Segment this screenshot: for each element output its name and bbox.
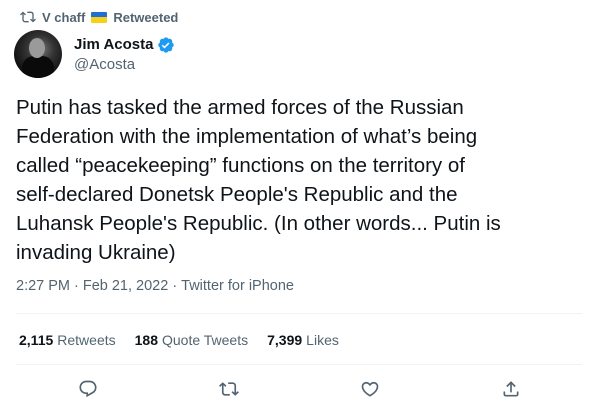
avatar[interactable] — [14, 30, 62, 78]
ukraine-flag-icon — [91, 11, 108, 23]
retweets-stat[interactable]: 2,115 Retweets — [19, 332, 116, 348]
likes-stat[interactable]: 7,399 Likes — [267, 332, 339, 348]
verified-badge-icon — [158, 36, 175, 53]
reply-icon — [79, 380, 97, 398]
tweet-author: Jim Acosta @Acosta — [14, 30, 175, 78]
reply-button[interactable] — [77, 378, 99, 400]
retweet-icon — [20, 11, 36, 23]
author-handle[interactable]: @Acosta — [74, 56, 175, 73]
tweet-actions — [0, 378, 598, 400]
retweet-context: V chaff Retweeted — [20, 9, 178, 25]
quote-tweets-stat[interactable]: 188 Quote Tweets — [135, 332, 249, 348]
tweet-metadata: 2:27 PM · Feb 21, 2022 · Twitter for iPh… — [16, 278, 294, 294]
share-button[interactable] — [500, 378, 522, 400]
tweet-text: Putin has tasked the armed forces of the… — [16, 96, 501, 264]
divider — [16, 364, 582, 365]
like-icon — [361, 381, 379, 397]
divider — [16, 313, 582, 314]
tweet-time[interactable]: 2:27 PM — [16, 278, 70, 294]
share-icon — [503, 381, 519, 397]
author-display-name[interactable]: Jim Acosta — [74, 36, 153, 53]
retweet-icon — [219, 382, 239, 396]
retweeter-name[interactable]: V chaff — [42, 10, 85, 25]
tweet-stats: 2,115 Retweets 188 Quote Tweets 7,399 Likes — [19, 332, 339, 348]
like-button[interactable] — [359, 378, 381, 400]
retweet-button[interactable] — [218, 378, 240, 400]
tweet-source[interactable]: Twitter for iPhone — [181, 278, 294, 294]
tweet-date[interactable]: Feb 21, 2022 — [83, 278, 168, 294]
retweeted-label: Retweeted — [113, 9, 179, 25]
